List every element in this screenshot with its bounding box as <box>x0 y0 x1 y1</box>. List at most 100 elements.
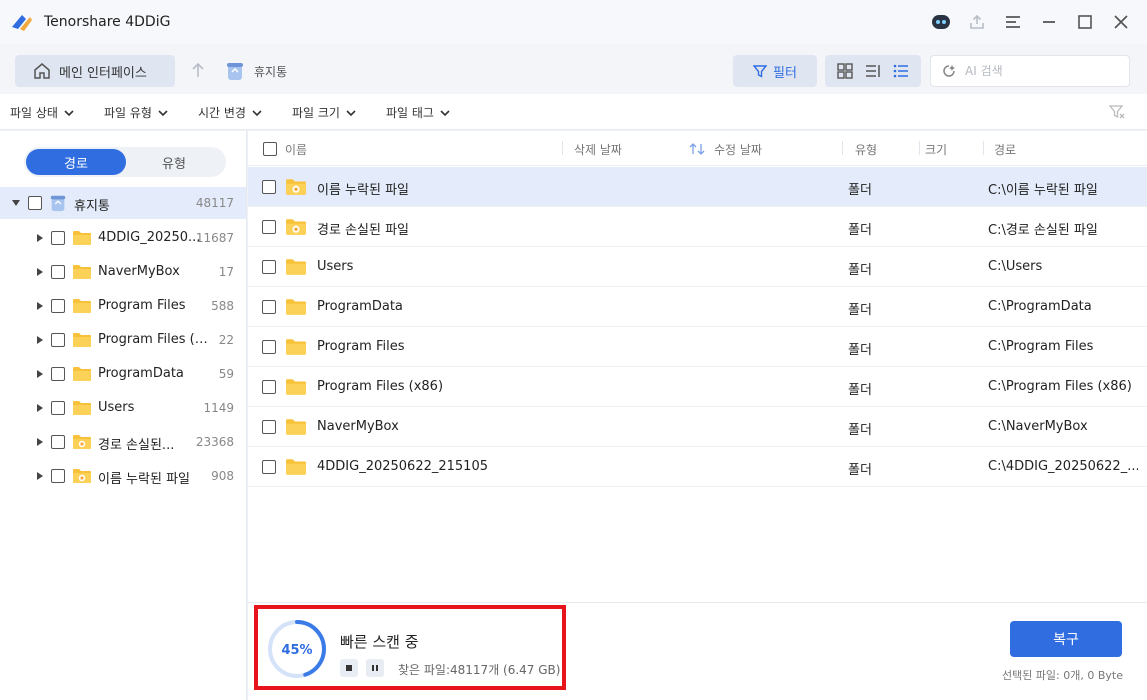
table-row[interactable]: ProgramData 폴더 C:\ProgramData <box>248 287 1147 327</box>
close-icon[interactable] <box>1109 10 1133 34</box>
special-folder-icon <box>286 219 306 235</box>
time-changed-dropdown[interactable]: 시간 변경 <box>198 104 262 121</box>
toolbar: 메인 인터페이스 휴지통 필터 <box>0 44 1147 94</box>
cell-type: 폴더 <box>848 383 872 398</box>
up-arrow-icon[interactable] <box>190 61 206 79</box>
checkbox[interactable] <box>262 380 276 394</box>
checkbox[interactable] <box>51 231 65 245</box>
tree-root-recycle-bin[interactable]: 휴지통 48117 <box>0 187 246 219</box>
checkbox[interactable] <box>51 299 65 313</box>
file-size-dropdown[interactable]: 파일 크기 <box>292 104 356 121</box>
tab-path[interactable]: 경로 <box>26 149 126 175</box>
time-changed-label: 시간 변경 <box>198 106 246 120</box>
cell-name: ProgramData <box>317 299 403 314</box>
cell-path: C:\Program Files (x86) <box>988 379 1132 394</box>
checkbox[interactable] <box>51 435 65 449</box>
table-row[interactable]: 4DDIG_20250622_215105 폴더 C:\4DDIG_20250622… <box>248 447 1147 487</box>
select-all-checkbox[interactable] <box>263 142 277 156</box>
checkbox[interactable] <box>51 265 65 279</box>
tree-item-label: 4DDIG_20250... <box>98 230 201 245</box>
file-type-dropdown[interactable]: 파일 유형 <box>104 104 168 121</box>
file-status-dropdown[interactable]: 파일 상태 <box>10 104 74 121</box>
recover-button[interactable]: 복구 <box>1010 621 1122 657</box>
col-size[interactable]: 크기 <box>925 141 947 158</box>
tree-item[interactable]: Program Files 588 <box>0 289 246 323</box>
view-mode-group <box>825 55 921 87</box>
expand-icon[interactable] <box>37 438 43 446</box>
filter-button-label: 필터 <box>773 65 797 81</box>
cell-type: 폴더 <box>848 303 872 318</box>
collapse-icon[interactable] <box>12 200 20 206</box>
checkbox[interactable] <box>51 469 65 483</box>
cell-name: Program Files (x86) <box>317 379 444 394</box>
file-tag-dropdown[interactable]: 파일 태그 <box>386 104 450 121</box>
table-row[interactable]: NaverMyBox 폴더 C:\NaverMyBox <box>248 407 1147 447</box>
table-row[interactable]: 경로 손실된 파일 폴더 C:\경로 손실된 파일 <box>248 207 1147 247</box>
expand-icon[interactable] <box>37 336 43 344</box>
expand-icon[interactable] <box>37 404 43 412</box>
list-view-icon[interactable] <box>864 62 882 80</box>
checkbox[interactable] <box>262 300 276 314</box>
breadcrumb[interactable]: 휴지통 <box>254 63 287 80</box>
expand-icon[interactable] <box>37 268 43 276</box>
checkbox[interactable] <box>262 340 276 354</box>
checkbox[interactable] <box>51 333 65 347</box>
tree-item[interactable]: Program Files (x... 22 <box>0 323 246 357</box>
expand-icon[interactable] <box>37 472 43 480</box>
home-button[interactable]: 메인 인터페이스 <box>15 55 175 87</box>
checkbox[interactable] <box>51 367 65 381</box>
col-name[interactable]: 이름 <box>285 141 307 158</box>
table-row[interactable]: Users 폴더 C:\Users <box>248 247 1147 287</box>
tree-item[interactable]: ProgramData 59 <box>0 357 246 391</box>
search-input[interactable] <box>965 64 1115 78</box>
tree-item[interactable]: 경로 손실된... 23368 <box>0 425 246 459</box>
minimize-icon[interactable] <box>1037 10 1061 34</box>
checkbox[interactable] <box>262 180 276 194</box>
tree-item[interactable]: 이름 누락된 파일 908 <box>0 459 246 493</box>
table-row[interactable]: Program Files (x86) 폴더 C:\Program Files (x… <box>248 367 1147 407</box>
expand-icon[interactable] <box>37 234 43 242</box>
tab-type[interactable]: 유형 <box>124 149 224 175</box>
checkbox[interactable] <box>262 260 276 274</box>
cell-name: 이름 누락된 파일 <box>317 183 409 198</box>
folder-icon-wrap <box>285 376 307 402</box>
app-title: Tenorshare 4DDiG <box>44 14 171 30</box>
col-path[interactable]: 경로 <box>994 141 1016 158</box>
expand-icon[interactable] <box>37 370 43 378</box>
folder-icon <box>286 419 306 435</box>
table-header: 이름 삭제 날짜 수정 날짜 유형 크기 경로 <box>248 131 1147 166</box>
clear-filter-icon[interactable] <box>1109 104 1125 120</box>
tree-item[interactable]: NaverMyBox 17 <box>0 255 246 289</box>
cell-type: 폴더 <box>848 263 872 278</box>
col-modified-date[interactable]: 수정 날짜 <box>714 141 762 158</box>
cell-path: C:\Users <box>988 259 1043 274</box>
grid-view-icon[interactable] <box>836 62 854 80</box>
detail-view-icon[interactable] <box>892 62 910 80</box>
maximize-icon[interactable] <box>1073 10 1097 34</box>
checkbox[interactable] <box>28 196 42 210</box>
pause-scan-button[interactable] <box>366 659 384 677</box>
checkbox[interactable] <box>51 401 65 415</box>
tree-item[interactable]: 4DDIG_20250... 11687 <box>0 221 246 255</box>
tree-item[interactable]: Users 1149 <box>0 391 246 425</box>
sort-icon[interactable] <box>689 142 707 156</box>
checkbox[interactable] <box>262 460 276 474</box>
col-deleted-date[interactable]: 삭제 날짜 <box>574 141 622 158</box>
col-type[interactable]: 유형 <box>855 141 877 158</box>
table-row[interactable]: Program Files 폴더 C:\Program Files <box>248 327 1147 367</box>
special-folder-icon <box>286 179 306 195</box>
cell-type: 폴더 <box>848 343 872 358</box>
table-row[interactable]: 이름 누락된 파일 폴더 C:\이름 누락된 파일 <box>248 167 1147 207</box>
export-icon[interactable] <box>965 10 989 34</box>
menu-icon[interactable] <box>1001 10 1025 34</box>
expand-icon[interactable] <box>37 302 43 310</box>
folder-icon-wrap <box>285 176 307 202</box>
filter-button[interactable]: 필터 <box>733 55 817 87</box>
checkbox[interactable] <box>262 420 276 434</box>
scan-progress-panel: 45% 빠른 스캔 중 찾은 파일:48117개 (6.47 GB) <box>254 605 566 690</box>
tree-item-label: ProgramData <box>98 366 184 381</box>
pause-icon <box>372 665 378 671</box>
checkbox[interactable] <box>262 220 276 234</box>
stop-scan-button[interactable] <box>340 659 358 677</box>
assistant-bot-icon[interactable] <box>929 10 953 34</box>
